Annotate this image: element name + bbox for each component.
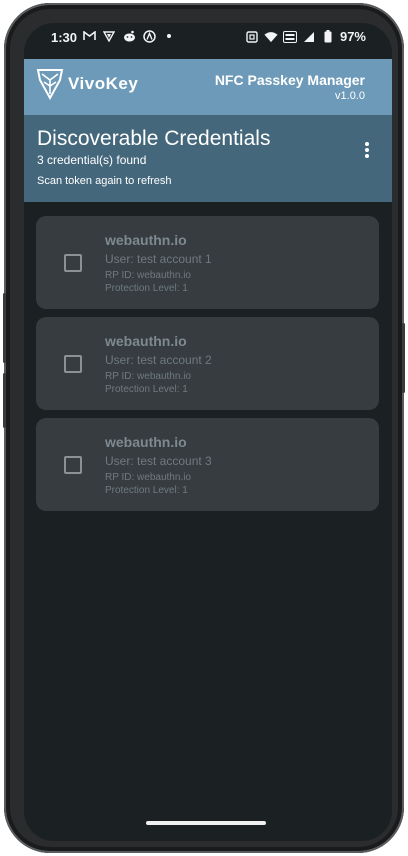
credential-user: User: test account 1 <box>105 252 212 266</box>
menu-dot <box>365 154 369 158</box>
credential-card[interactable]: webauthn.io User: test account 3 RP ID: … <box>36 418 379 511</box>
credential-rp: webauthn.io <box>105 232 187 248</box>
credential-protection: Protection Level: 1 <box>105 485 188 496</box>
more-options-icon[interactable] <box>362 140 372 160</box>
reddit-icon <box>122 29 136 43</box>
battery-percent: 97% <box>339 29 366 44</box>
status-bar: 1:30 97% <box>24 23 392 59</box>
credential-rp-id: RP ID: webauthn.io <box>105 371 191 382</box>
credential-protection: Protection Level: 1 <box>105 283 188 294</box>
menu-dot <box>365 148 369 152</box>
credential-count: 3 credential(s) found <box>37 153 147 167</box>
phone-frame: 1:30 97% VivoKey NFC Passkey Manager v1.… <box>3 3 405 853</box>
credential-user: User: test account 2 <box>105 353 212 367</box>
dot-icon <box>162 29 176 43</box>
system-icons: 97% <box>245 29 366 44</box>
menu-dot <box>365 142 369 146</box>
notification-icons <box>82 29 176 43</box>
app-version: v1.0.0 <box>335 90 365 102</box>
gesture-nav-bar[interactable] <box>146 821 266 825</box>
wifi-icon <box>264 30 278 44</box>
vpn-icon <box>102 29 116 43</box>
credential-card[interactable]: webauthn.io User: test account 1 RP ID: … <box>36 216 379 309</box>
credential-card[interactable]: webauthn.io User: test account 2 RP ID: … <box>36 317 379 410</box>
vivokey-logo: VivoKey <box>36 68 138 100</box>
power-button <box>3 293 6 363</box>
screen: 1:30 97% VivoKey NFC Passkey Manager v1.… <box>24 23 392 841</box>
credential-checkbox[interactable] <box>64 355 82 373</box>
nfc-icon <box>245 30 259 44</box>
signal-icon <box>302 30 316 44</box>
page-title: Discoverable Credentials <box>37 127 271 150</box>
vowifi-icon <box>282 30 297 44</box>
side-button <box>402 323 405 393</box>
volume-button <box>3 373 6 428</box>
app-title: NFC Passkey Manager <box>214 72 365 88</box>
credential-checkbox[interactable] <box>64 254 82 272</box>
credential-user: User: test account 3 <box>105 454 212 468</box>
credential-list: webauthn.io User: test account 1 RP ID: … <box>36 216 380 519</box>
credential-rp-id: RP ID: webauthn.io <box>105 270 191 281</box>
credential-rp-id: RP ID: webauthn.io <box>105 472 191 483</box>
credential-checkbox[interactable] <box>64 456 82 474</box>
credential-rp: webauthn.io <box>105 434 187 450</box>
vivokey-logo-icon <box>36 69 64 100</box>
app-bar: VivoKey NFC Passkey Manager v1.0.0 <box>24 59 392 115</box>
credential-rp: webauthn.io <box>105 333 187 349</box>
credential-protection: Protection Level: 1 <box>105 384 188 395</box>
gmail-icon <box>82 29 96 43</box>
status-time: 1:30 <box>51 30 78 45</box>
battery-icon <box>321 30 335 44</box>
credentials-header: Discoverable Credentials 3 credential(s)… <box>24 115 392 202</box>
logo-text: VivoKey <box>68 74 139 93</box>
refresh-hint: Scan token again to refresh <box>37 175 172 187</box>
circle-a-icon <box>142 29 156 43</box>
